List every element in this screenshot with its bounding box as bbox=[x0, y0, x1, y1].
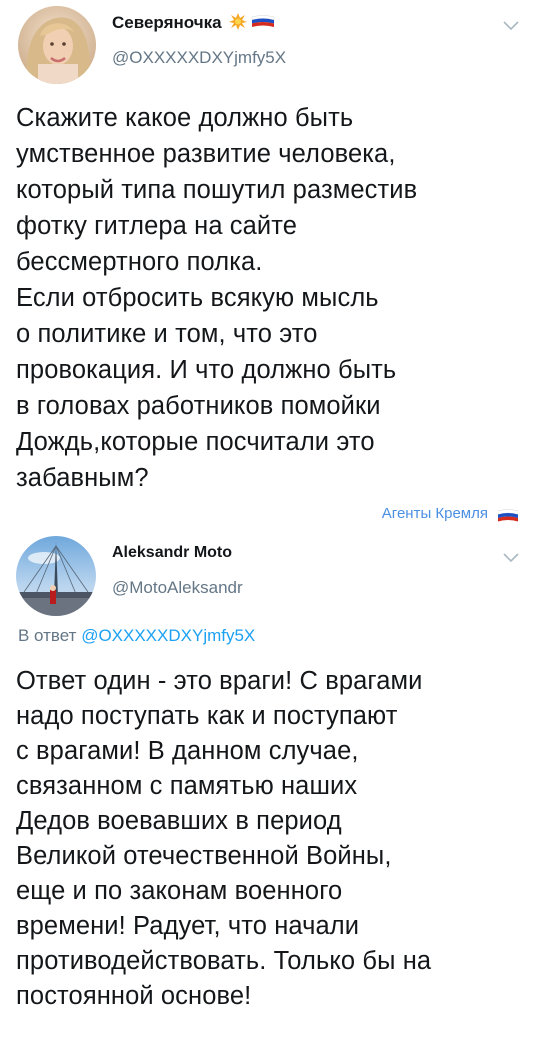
watermark-label: Агенты Кремля bbox=[381, 505, 488, 522]
tweet-text-line: Дедов воевавших в период bbox=[16, 807, 342, 835]
tweet-text-line: Скажите какое должно быть bbox=[16, 104, 354, 132]
tweet-text-line: Великой отечественной Войны, bbox=[16, 842, 392, 870]
tweet-text-line: бессмертного полка. bbox=[16, 248, 263, 276]
tweet-text-line: надо поступать как и поступают bbox=[16, 702, 398, 730]
tweet-text-line: в головах работников помойки bbox=[16, 392, 381, 420]
tweet-text-line: фотку гитлера на сайте bbox=[16, 212, 298, 240]
tweet-text-line: провокация. И что должно быть bbox=[16, 356, 397, 384]
name-decorations bbox=[228, 12, 276, 35]
tweet-text-line: с врагами! В данном случае, bbox=[16, 737, 359, 765]
handle[interactable]: @OXXXXXDXYjmfy5X bbox=[112, 48, 286, 68]
reply-tweet[interactable]: Aleksandr Moto @MotoAleksandr В ответ @O… bbox=[0, 532, 540, 1050]
tweet-text-line: умственное развитие человека, bbox=[16, 140, 396, 168]
reply-prefix: В ответ bbox=[18, 626, 77, 645]
avatar[interactable] bbox=[18, 6, 96, 84]
tweet[interactable]: Северяночка @OXXXXXDXYjmfy5X Скажите как… bbox=[0, 0, 540, 532]
tweet-text-line: постоянной основе! bbox=[16, 982, 252, 1010]
handle[interactable]: @MotoAleksandr bbox=[112, 578, 243, 598]
tweet-text-line: о политике и том, что это bbox=[16, 320, 318, 348]
tweet-text-line: забавным? bbox=[16, 464, 149, 492]
starburst-icon bbox=[229, 13, 248, 30]
chevron-down-icon[interactable] bbox=[502, 550, 520, 564]
tweet-text-line: Если отбросить всякую мысль bbox=[16, 284, 379, 312]
tweet-text: Ответ один - это враги! С врагами надо п… bbox=[16, 664, 531, 1014]
russian-flag-icon bbox=[252, 15, 275, 27]
tweet-text: Скажите какое должно быть умственное раз… bbox=[16, 100, 526, 496]
tweet-text-line: Ответ один - это враги! С врагами bbox=[16, 667, 423, 695]
tweet-text-line: еще и по законам военного bbox=[16, 877, 343, 905]
reply-context: В ответ @OXXXXXDXYjmfy5X bbox=[18, 626, 255, 646]
tweet-text-line: который типа пошутил разместив bbox=[16, 176, 418, 204]
tweet-text-line: противодействовать. Только бы на bbox=[16, 947, 432, 975]
russian-flag-icon bbox=[498, 509, 518, 522]
display-name-text: Северяночка bbox=[112, 12, 222, 32]
reply-mention-link[interactable]: @OXXXXXDXYjmfy5X bbox=[81, 626, 255, 645]
avatar[interactable] bbox=[16, 536, 96, 616]
tweet-text-line: времени! Радует, что начали bbox=[16, 912, 360, 940]
chevron-down-icon[interactable] bbox=[502, 18, 520, 32]
tweet-text-line: Дождь,которые посчитали это bbox=[16, 428, 375, 456]
display-name[interactable]: Aleksandr Moto bbox=[112, 544, 232, 562]
display-name[interactable]: Северяночка bbox=[112, 12, 276, 35]
tweet-text-line: связанном с памятью наших bbox=[16, 772, 358, 800]
